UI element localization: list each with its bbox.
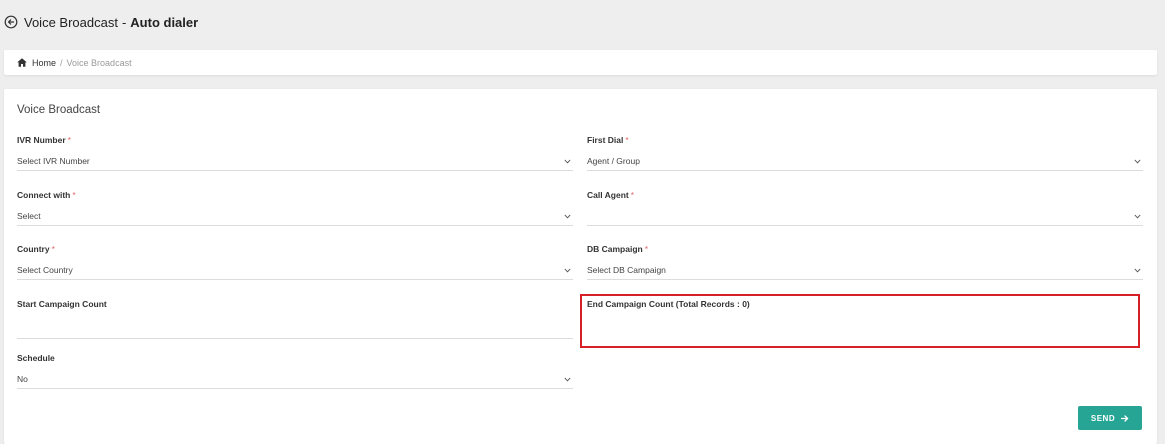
home-icon: [17, 58, 27, 67]
chevron-down-icon: [564, 159, 571, 164]
ivr-number-label: IVR Number *: [17, 135, 71, 145]
page-header: Voice Broadcast - Auto dialer: [4, 12, 198, 32]
voice-broadcast-form-card: Voice Broadcast IVR Number * Select IVR N…: [4, 89, 1157, 444]
breadcrumb-separator: /: [60, 57, 63, 68]
call-agent-select[interactable]: [587, 208, 1143, 226]
start-campaign-count-input[interactable]: [17, 321, 573, 339]
ivr-number-select[interactable]: Select IVR Number: [17, 153, 573, 171]
connect-with-label: Connect with *: [17, 190, 76, 200]
breadcrumb-current: Voice Broadcast: [66, 57, 132, 68]
ivr-number-value: Select IVR Number: [17, 156, 90, 166]
country-value: Select Country: [17, 265, 73, 275]
back-arrow-circle-icon[interactable]: [4, 15, 18, 29]
db-campaign-select[interactable]: Select DB Campaign: [587, 262, 1143, 280]
chevron-down-icon: [564, 268, 571, 273]
highlight-box: [580, 294, 1140, 348]
breadcrumb-home-link[interactable]: Home: [32, 58, 56, 68]
arrow-right-icon: [1121, 414, 1129, 422]
schedule-select[interactable]: No: [17, 371, 573, 389]
page-title: Voice Broadcast: [24, 14, 118, 30]
page-title-separator: -: [121, 14, 127, 30]
first-dial-select[interactable]: Agent / Group: [587, 153, 1143, 171]
db-campaign-value: Select DB Campaign: [587, 265, 666, 275]
send-button-label: SEND: [1090, 413, 1116, 423]
chevron-down-icon: [1134, 214, 1141, 219]
schedule-label: Schedule: [17, 353, 55, 363]
chevron-down-icon: [564, 377, 571, 382]
connect-with-value: Select: [17, 211, 41, 221]
start-campaign-count-label: Start Campaign Count: [17, 299, 107, 309]
chevron-down-icon: [1134, 159, 1141, 164]
schedule-value: No: [17, 374, 28, 384]
form-title: Voice Broadcast: [17, 104, 101, 116]
db-campaign-label: DB Campaign *: [587, 244, 649, 254]
send-button[interactable]: SEND: [1078, 406, 1142, 430]
page-subtitle: Auto dialer: [130, 14, 199, 30]
country-select[interactable]: Select Country: [17, 262, 573, 280]
first-dial-label: First Dial *: [587, 135, 629, 145]
chevron-down-icon: [1134, 268, 1141, 273]
chevron-down-icon: [564, 214, 571, 219]
first-dial-value: Agent / Group: [587, 156, 640, 166]
call-agent-label: Call Agent *: [587, 190, 635, 200]
connect-with-select[interactable]: Select: [17, 208, 573, 226]
breadcrumb: Home / Voice Broadcast: [4, 50, 1157, 75]
country-label: Country *: [17, 244, 55, 254]
